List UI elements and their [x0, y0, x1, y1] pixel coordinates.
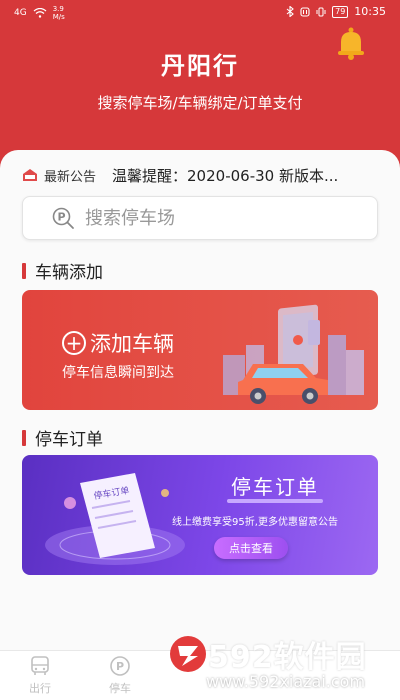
watermark-brand: 592软件园	[208, 640, 367, 675]
view-orders-button[interactable]: 点击查看	[214, 537, 288, 559]
bluetooth-icon	[286, 6, 294, 17]
search-bar[interactable]: P	[22, 196, 378, 240]
add-vehicle-title: + 添加车辆	[62, 328, 174, 358]
svg-text:P: P	[57, 211, 65, 224]
battery-icon: 79	[332, 5, 349, 18]
announcement-label: 最新公告	[44, 169, 97, 185]
cellular-signal-icon: 4G	[14, 8, 27, 18]
add-vehicle-subtitle: 停车信息瞬间到达	[62, 365, 174, 381]
plus-circle-icon: +	[62, 331, 86, 355]
app-subtitle: 搜索停车场/车辆绑定/订单支付	[97, 94, 303, 112]
tab-travel[interactable]: 出行	[10, 655, 70, 699]
order-section-title: 停车订单	[22, 425, 103, 450]
nfc-icon	[300, 6, 310, 17]
watermark: 592软件园 www.592xiazai.com	[168, 632, 400, 700]
parking-icon: P	[110, 656, 130, 676]
announcement-icon	[23, 169, 37, 181]
wifi-icon	[33, 8, 47, 18]
bus-icon	[31, 656, 49, 675]
bell-icon[interactable]	[336, 26, 366, 60]
watermark-logo	[170, 636, 206, 672]
announcement-bar[interactable]: 最新公告 温馨提醒：2020-06-30 新版本...	[22, 165, 382, 185]
section-marker	[22, 262, 26, 279]
city-car-illustration	[223, 304, 364, 404]
announcement-text[interactable]: 温馨提醒：2020-06-30 新版本...	[112, 165, 338, 186]
title-underline	[227, 499, 323, 503]
tab-parking-label: 停车	[109, 682, 131, 695]
tab-parking[interactable]: P 停车	[90, 655, 150, 699]
clock: 10:35	[354, 5, 386, 18]
network-speed: 3.9 M/s	[52, 5, 65, 21]
order-banner-title: 停车订单	[231, 475, 319, 499]
vibrate-icon	[316, 7, 326, 16]
tab-travel-label: 出行	[29, 682, 51, 695]
section-marker	[22, 429, 26, 446]
order-banner-description: 线上缴费享受95折,更多优惠留意公告	[172, 517, 338, 528]
svg-text:P: P	[116, 660, 124, 673]
status-bar: 4G 3.9 M/s 79 10:35	[0, 0, 400, 24]
search-input[interactable]	[85, 207, 325, 229]
vehicle-section-title: 车辆添加	[22, 258, 103, 283]
parking-order-banner[interactable]: 停车订单 停车订单 线上缴费享受95折,更多优惠留意公告 点击查看	[22, 455, 378, 575]
parking-search-icon: P	[52, 207, 74, 229]
add-vehicle-banner[interactable]: + 添加车辆 停车信息瞬间到达	[22, 290, 378, 410]
watermark-url: www.592xiazai.com	[206, 672, 366, 691]
